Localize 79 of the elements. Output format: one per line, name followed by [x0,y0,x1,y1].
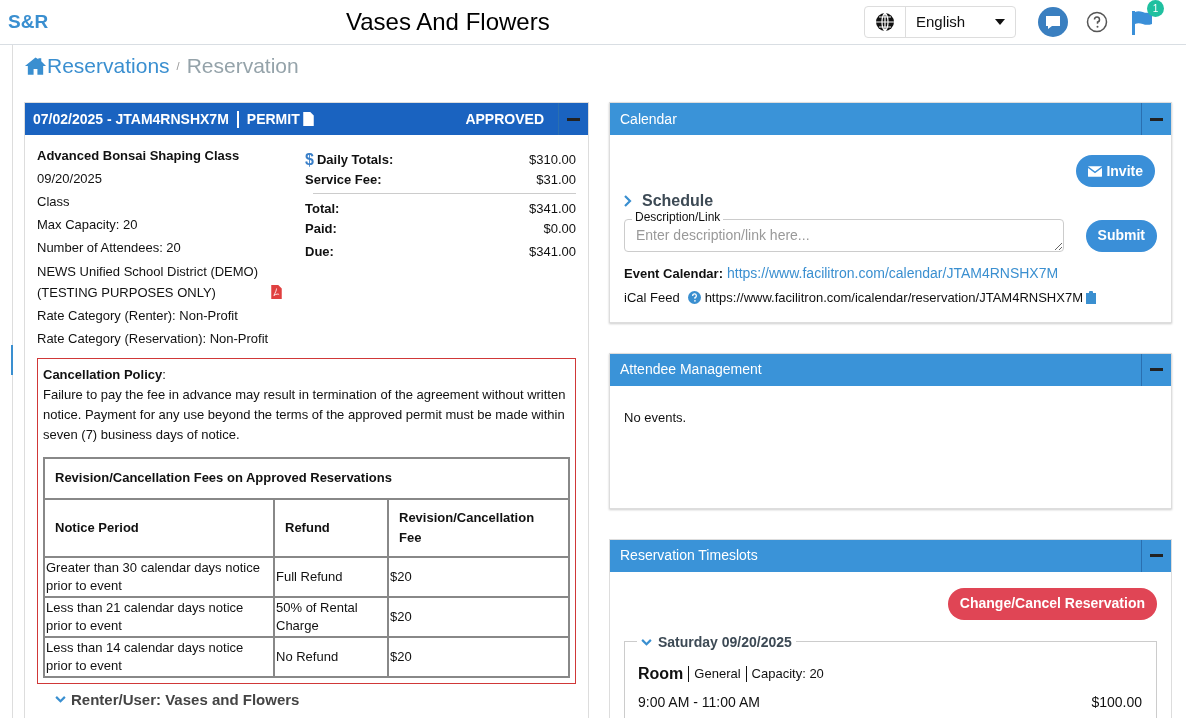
notification-badge: 1 [1147,0,1164,17]
total-label: Service Fee: [305,171,382,190]
total-value: $341.00 [529,242,576,261]
organization-text: NEWS Unified School District (DEMO) (TESTING PURPOSES ONLY) [37,263,260,302]
table-title: Revision/Cancellation Fees on Approved Reservations [44,457,569,499]
language-label: English [916,11,967,32]
dollar-icon: $ [305,147,314,172]
detail-text: 09/20/2025 [37,170,104,188]
policy-title: Cancellation Policy: [43,366,167,384]
home-icon[interactable] [24,56,47,76]
event-calendar-label: Event Calendar: [624,264,723,283]
submit-button[interactable]: Submit [1085,219,1157,252]
change-cancel-button[interactable]: Change/Cancel Reservation [947,587,1157,620]
schedule-heading[interactable]: Schedule [642,189,714,213]
chat-icon[interactable] [1038,7,1068,37]
field-label: Description/Link [632,210,724,224]
detail-text: Rate Category (Renter): Non-Profit [37,307,239,325]
breadcrumb-separator: / [176,58,180,74]
room-category: General [694,664,741,683]
caret-icon [995,19,1005,25]
detail-text: Max Capacity: 20 [37,216,139,234]
column-header: Revision/Cancellation Fee [388,498,569,557]
renter-heading[interactable]: Renter/User: Vases and Flowers [71,688,300,711]
policy-text: Failure to pay the fee in advance may result in termination of the agreement without written notice. Payment for any use beyond the terms of the approved permit must be made within seven (7) business days of notice. [43,385,567,444]
ical-feed-label: iCal Feed [624,289,680,307]
total-value: $341.00 [529,199,576,218]
help-icon[interactable] [1086,11,1108,33]
logo[interactable]: S&R [0,7,49,37]
table-cell: No Refund [274,636,388,677]
event-name: Advanced Bonsai Shaping Class [37,147,241,165]
clipboard-icon[interactable] [1085,291,1096,305]
total-value: $310.00 [529,150,576,169]
ical-feed-url: https://www.facilitron.com/icalendar/reservation/JTAM4RNSHX7M [704,289,1083,307]
chevron-down-icon[interactable] [641,638,652,646]
column-header: Refund [274,498,388,557]
chevron-right-icon[interactable] [624,195,632,207]
table-cell: Less than 21 calendar days notice prior to event [44,596,274,637]
page-title: Vases And Flowers [346,7,550,37]
language-selector[interactable]: English [864,6,1016,38]
table-cell: Full Refund [274,556,388,597]
pdf-file-icon[interactable] [271,285,282,299]
room-capacity: Capacity: 20 [751,664,824,683]
total-label: Paid: [305,219,337,238]
chevron-down-icon[interactable] [55,696,66,704]
total-label: Daily Totals: [316,150,394,169]
permit-link[interactable]: PERMIT [246,108,300,130]
globe-icon [875,12,895,32]
empty-message: No events. [623,408,688,427]
time-range: 9:00 AM - 11:00 AM [638,692,760,712]
detail-text: Class [37,193,71,211]
total-value: $31.00 [536,171,576,190]
table-cell: Greater than 30 calendar days notice prior to event [44,556,274,597]
day-heading[interactable]: Saturday 09/20/2025 [658,631,792,653]
room-name: Room [638,663,684,684]
total-label: Total: [305,199,340,218]
panel-title: Attendee Management [619,360,763,379]
invite-button[interactable]: Invite [1076,155,1155,187]
reservation-title: 07/02/2025 - JTAM4RNSHX7M [32,109,229,129]
table-cell: 50% of Rental Charge [274,596,388,637]
panel-title: Calendar [619,109,678,129]
total-value: $0.00 [543,219,576,238]
total-label: Due: [305,242,334,261]
status-label: APPROVED [465,109,544,129]
slot-price: $100.00 [1091,692,1142,712]
table-cell: Less than 14 calendar days notice prior to event [44,636,274,677]
pdf-file-icon[interactable] [302,112,314,126]
table-cell: $20 [388,636,569,677]
event-calendar-link[interactable]: https://www.facilitron.com/calendar/JTAM4RNSHX7M [727,263,1059,284]
envelope-icon [1088,165,1103,177]
breadcrumb-link[interactable]: Reservations [47,50,170,82]
table-cell: $20 [388,596,569,637]
table-cell: $20 [388,556,569,597]
detail-text: Number of Attendees: 20 [37,239,182,257]
help-icon[interactable] [687,291,701,305]
panel-title: Reservation Timeslots [619,546,759,565]
breadcrumb-current: Reservation [186,53,299,80]
detail-text: Rate Category (Reservation): Non-Profit [37,330,270,348]
flag-icon[interactable] [1130,9,1154,35]
column-header: Notice Period [44,498,274,557]
